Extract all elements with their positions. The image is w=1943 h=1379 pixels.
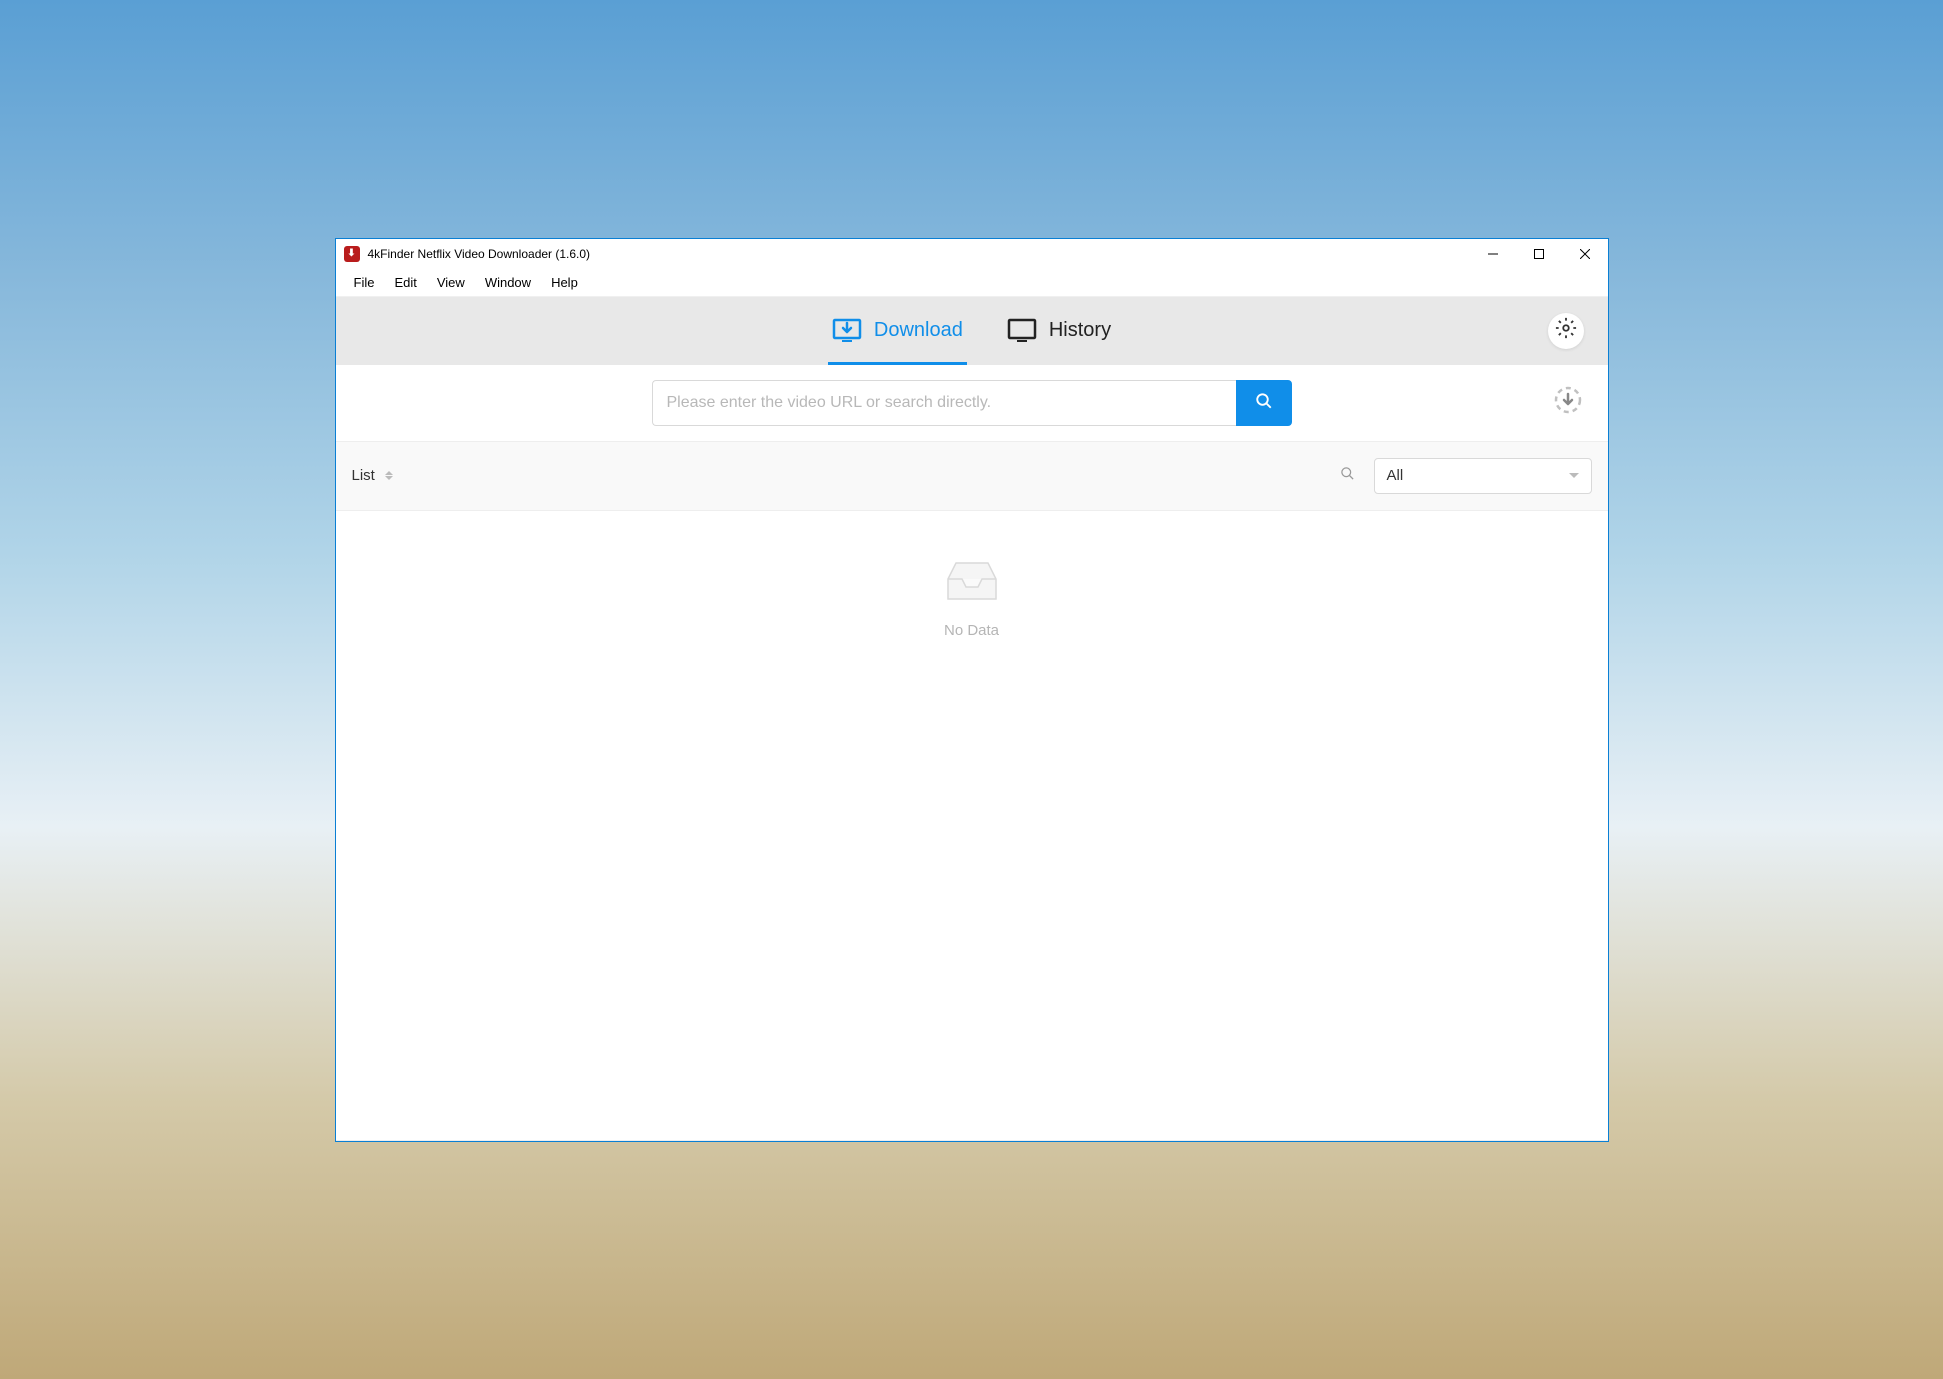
gear-icon (1555, 317, 1577, 344)
tabs-row: Download History (336, 297, 1608, 365)
tabs-center: Download History (828, 297, 1115, 365)
download-icon (832, 318, 862, 344)
inbox-icon (944, 559, 1000, 610)
tab-history[interactable]: History (1003, 297, 1115, 365)
app-window: ⬇ 4kFinder Netflix Video Downloader (1.6… (335, 238, 1609, 1142)
search-input[interactable] (652, 380, 1236, 426)
empty-state: No Data (944, 559, 1000, 753)
minimize-button[interactable] (1470, 239, 1516, 269)
list-search-button[interactable] (1340, 468, 1356, 484)
settings-button[interactable] (1548, 313, 1584, 349)
list-header: List All (336, 441, 1608, 511)
tab-download-label: Download (874, 319, 963, 342)
tab-history-label: History (1049, 319, 1111, 342)
titlebar: ⬇ 4kFinder Netflix Video Downloader (1.6… (336, 239, 1608, 269)
menu-file[interactable]: File (344, 271, 385, 294)
download-progress-icon (1553, 385, 1583, 420)
list-label: List (352, 467, 375, 484)
chevron-down-icon (1569, 473, 1579, 478)
download-progress-button[interactable] (1552, 387, 1584, 419)
maximize-button[interactable] (1516, 239, 1562, 269)
search-button[interactable] (1236, 380, 1292, 426)
search-wrap (652, 380, 1292, 426)
filter-select[interactable]: All (1374, 458, 1592, 494)
window-title: 4kFinder Netflix Video Downloader (1.6.0… (368, 247, 1470, 261)
menu-edit[interactable]: Edit (384, 271, 426, 294)
tab-download[interactable]: Download (828, 297, 967, 365)
sort-icon (385, 471, 393, 480)
menu-view[interactable]: View (427, 271, 475, 294)
search-row (336, 365, 1608, 441)
list-right: All (1340, 458, 1592, 494)
filter-selected-label: All (1387, 467, 1404, 484)
menu-window[interactable]: Window (475, 271, 541, 294)
menu-help[interactable]: Help (541, 271, 588, 294)
search-icon (1255, 392, 1273, 413)
search-icon (1340, 466, 1355, 486)
content-area: No Data (336, 511, 1608, 1141)
menubar: File Edit View Window Help (336, 269, 1608, 297)
app-icon: ⬇ (344, 246, 360, 262)
window-controls (1470, 239, 1608, 269)
list-sort[interactable]: List (352, 467, 393, 484)
history-icon (1007, 318, 1037, 344)
close-button[interactable] (1562, 239, 1608, 269)
empty-text: No Data (944, 622, 999, 639)
